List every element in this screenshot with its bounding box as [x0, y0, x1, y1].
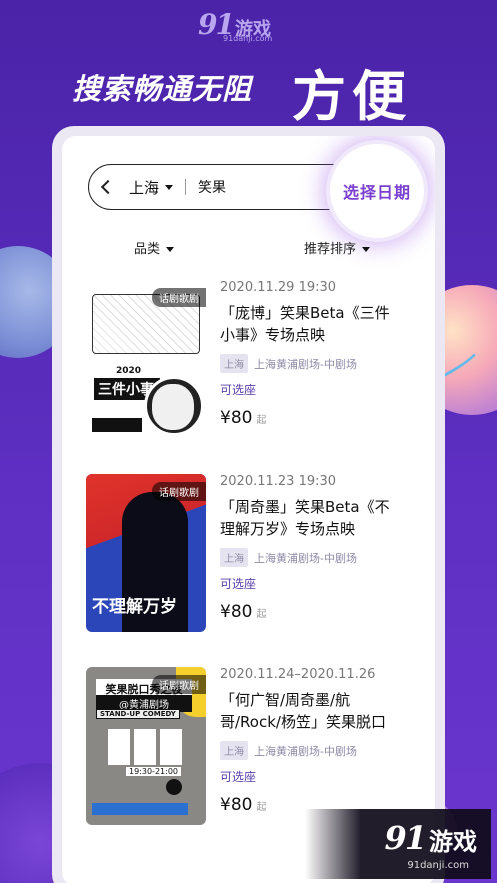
event-date: 2020.11.29 19:30 [220, 280, 337, 295]
promo-headline: 搜索畅通无阻 [72, 72, 253, 106]
poster-date-grid [108, 729, 186, 765]
poster-time: 19:30-21:00 [126, 767, 181, 776]
event-price: ¥80 起 [220, 408, 266, 428]
event-date: 2020.11.24–2020.11.26 [220, 667, 376, 682]
city-chip: 上海 [220, 741, 248, 760]
event-poster[interactable]: 不理解万岁 话剧歌剧 [86, 474, 206, 632]
event-info: 2020.11.29 19:30 「庞博」笑果Beta《三件小事》专场点映 上海… [220, 280, 390, 398]
back-icon[interactable] [100, 179, 116, 195]
event-date: 2020.11.23 19:30 [220, 474, 337, 489]
event-info: 2020.11.23 19:30 「周奇墨」笑果Beta《不理解万岁》专场点映 … [220, 474, 390, 592]
watermark-text: 游戏 [429, 828, 477, 856]
seat-status: 可选座 [220, 577, 257, 591]
phone-frame: 上海 笑果 选择日期 品类 推荐排序 2020 三件小事 话剧歌剧 2020.1… [52, 126, 445, 883]
watermark: 91 游戏 91danji.com [305, 809, 491, 879]
price-value: ¥80 [220, 408, 253, 428]
event-title[interactable]: 「周奇墨」笑果Beta《不理解万岁》专场点映 [220, 496, 390, 542]
event-card[interactable]: 2020 三件小事 话剧歌剧 2020.11.29 19:30 「庞博」笑果Be… [86, 280, 390, 450]
venue-row: 上海 上海黄浦剧场-中剧场 [220, 548, 390, 567]
select-date-button[interactable]: 选择日期 [330, 144, 424, 238]
event-price: ¥80 起 [220, 795, 266, 815]
event-info: 2020.11.24–2020.11.26 「何广智/周奇墨/航哥/Rock/杨… [220, 667, 390, 785]
poster-address-bar [92, 803, 188, 815]
sort-dropdown-icon [362, 247, 371, 252]
city-dropdown-icon[interactable] [165, 184, 174, 190]
venue-name: 上海黄浦剧场-中剧场 [254, 551, 357, 565]
price-value: ¥80 [220, 795, 253, 815]
watermark-url: 91danji.com [407, 860, 469, 871]
seat-status: 可选座 [220, 770, 257, 784]
event-price: ¥80 起 [220, 602, 266, 622]
event-poster[interactable]: 笑果脱口秀之夜 @黄浦剧场 STAND-UP COMEDY 19:30-21:0… [86, 667, 206, 825]
watermark-logo: 91 游戏 [384, 819, 477, 857]
city-chip: 上海 [220, 354, 248, 373]
poster-year: 2020 [116, 366, 142, 376]
price-suffix: 起 [256, 802, 267, 813]
search-input[interactable]: 笑果 [198, 177, 226, 197]
sort-filter-label: 推荐排序 [304, 242, 357, 257]
promo-headline-big: 方便 [292, 65, 412, 128]
microphone-icon [166, 779, 182, 795]
category-dropdown-icon [166, 247, 175, 252]
category-filter-label: 品类 [134, 242, 161, 257]
venue-row: 上海 上海黄浦剧场-中剧场 [220, 741, 390, 760]
venue-name: 上海黄浦剧场-中剧场 [254, 357, 357, 371]
price-suffix: 起 [256, 609, 267, 620]
event-title[interactable]: 「庞博」笑果Beta《三件小事》专场点映 [220, 302, 390, 348]
seat-status: 可选座 [220, 383, 257, 397]
price-value: ¥80 [220, 602, 253, 622]
event-poster[interactable]: 2020 三件小事 话剧歌剧 [86, 280, 206, 438]
venue-row: 上海 上海黄浦剧场-中剧场 [220, 354, 390, 373]
category-tag: 话剧歌剧 [152, 288, 206, 307]
event-card[interactable]: 不理解万岁 话剧歌剧 2020.11.23 19:30 「周奇墨」笑果Beta《… [86, 474, 390, 644]
select-date-label: 选择日期 [342, 183, 411, 202]
logo-url: 91danji.com [223, 34, 273, 43]
price-suffix: 起 [256, 415, 267, 426]
category-tag: 话剧歌剧 [152, 675, 206, 694]
search-divider [185, 179, 187, 195]
category-tag: 话剧歌剧 [152, 482, 206, 501]
city-chip: 上海 [220, 548, 248, 567]
poster-en-title: STAND-UP COMEDY [96, 709, 180, 719]
poster-footer [92, 418, 142, 432]
category-filter[interactable]: 品类 [134, 238, 175, 257]
venue-name: 上海黄浦剧场-中剧场 [254, 744, 357, 758]
watermark-number: 91 [384, 819, 427, 857]
poster-face [152, 384, 194, 430]
app-screen: 上海 笑果 选择日期 品类 推荐排序 2020 三件小事 话剧歌剧 2020.1… [62, 136, 435, 883]
sort-filter[interactable]: 推荐排序 [304, 238, 371, 257]
city-selector[interactable]: 上海 [129, 177, 159, 198]
poster-title: 不理解万岁 [92, 597, 177, 617]
event-title[interactable]: 「何广智/周奇墨/航哥/Rock/杨笠」笑果脱口秀... [220, 689, 390, 735]
